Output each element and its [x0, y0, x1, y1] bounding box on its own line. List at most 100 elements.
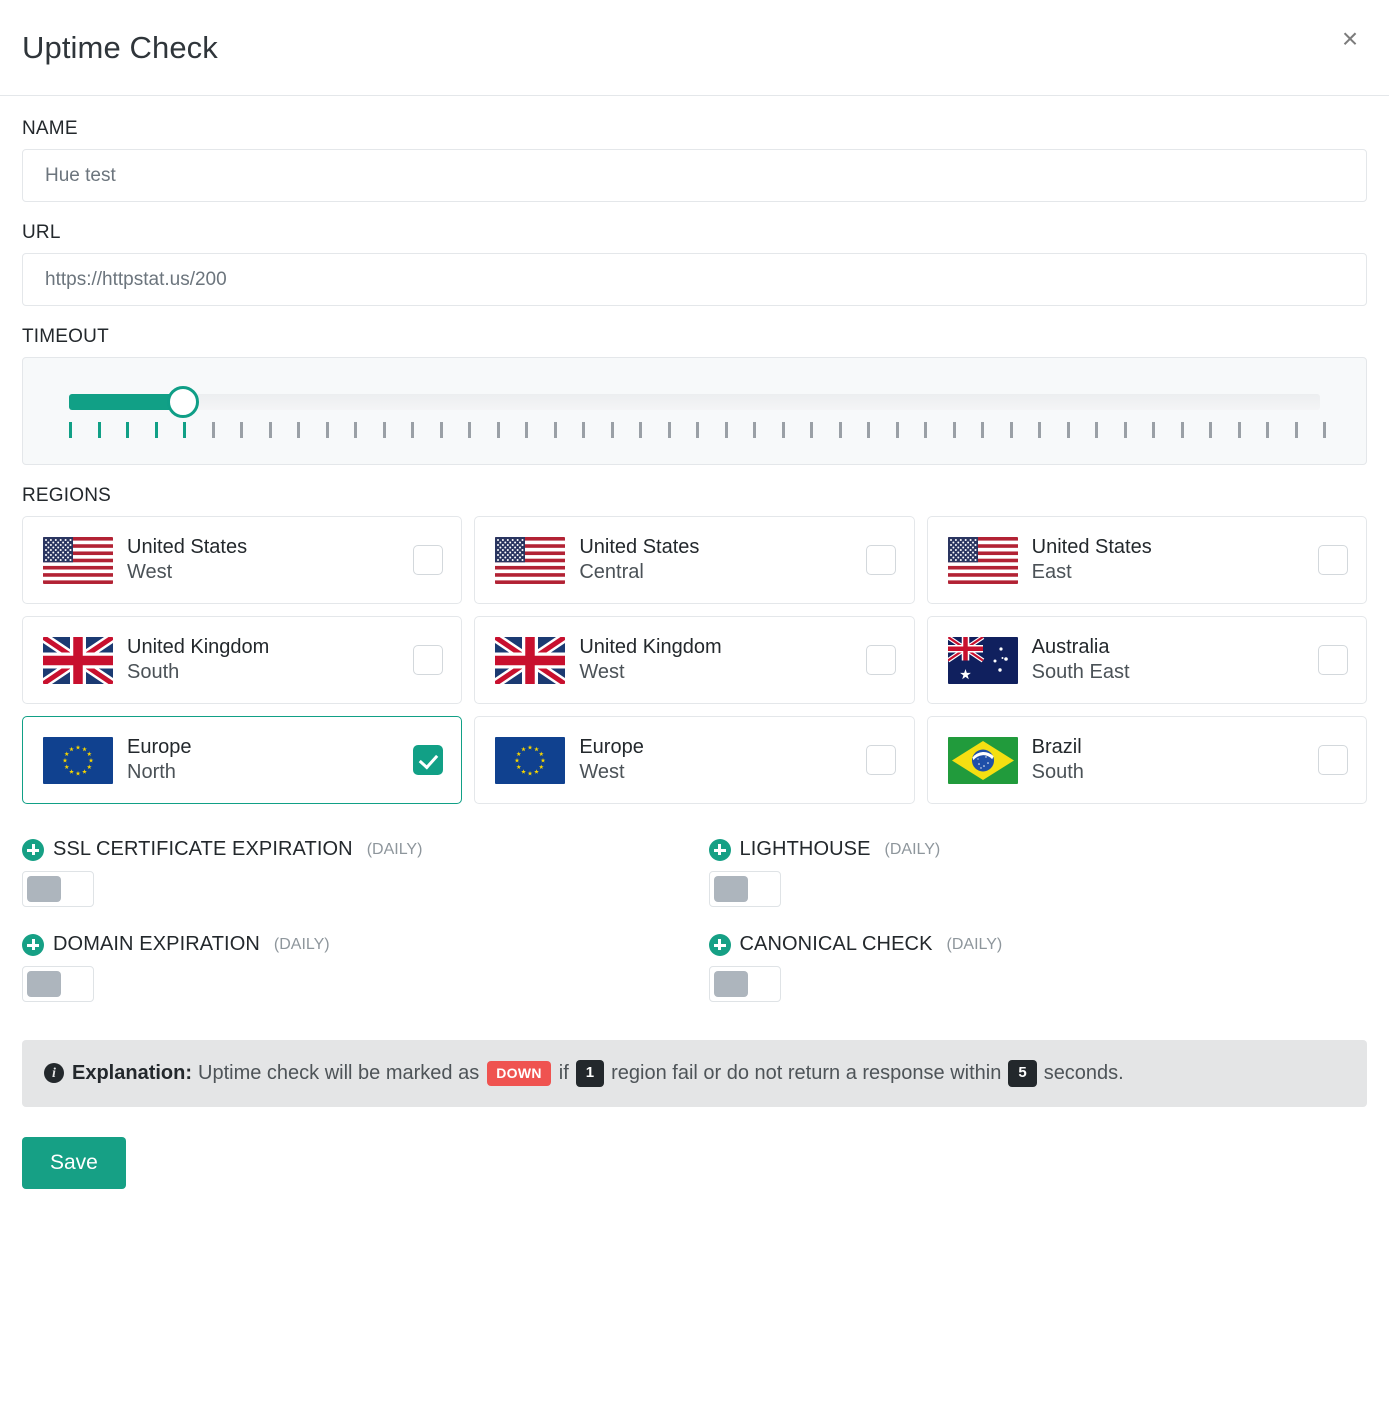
addon-canonical-check: CANONICAL CHECK (DAILY): [709, 933, 1368, 1002]
slider-tick: [753, 422, 756, 438]
slider-tick: [155, 422, 158, 438]
plus-circle-icon[interactable]: [22, 934, 44, 956]
addon-toggle[interactable]: [709, 966, 781, 1002]
explanation-label: Explanation:: [72, 1062, 192, 1084]
region-checkbox[interactable]: [1318, 745, 1348, 775]
slider-tick: [839, 422, 842, 438]
region-checkbox[interactable]: [413, 645, 443, 675]
slider-tick: [69, 422, 72, 438]
slider-tick: [1152, 422, 1155, 438]
timeout-slider[interactable]: [69, 394, 1320, 410]
region-card-brazil-south[interactable]: Brazil South: [927, 716, 1367, 804]
region-sub: North: [127, 761, 176, 783]
region-card-united-states-central[interactable]: United States Central: [474, 516, 914, 604]
regions-group: REGIONS United States West United States…: [22, 485, 1367, 804]
plus-circle-icon[interactable]: [709, 934, 731, 956]
slider-tick: [1095, 422, 1098, 438]
timeout-slider-panel: [22, 357, 1367, 465]
addon-header: CANONICAL CHECK (DAILY): [709, 933, 1368, 956]
region-text: United States West: [127, 535, 413, 585]
slider-tick: [1266, 422, 1269, 438]
addon-title: LIGHTHOUSE: [740, 838, 871, 861]
region-card-united-states-east[interactable]: United States East: [927, 516, 1367, 604]
uk-flag-icon: [43, 637, 113, 684]
region-checkbox[interactable]: [866, 645, 896, 675]
slider-tick: [183, 422, 186, 438]
slider-tick: [953, 422, 956, 438]
addon-ssl-certificate-expiration: SSL CERTIFICATE EXPIRATION (DAILY): [22, 838, 681, 907]
region-country: Brazil: [1032, 736, 1082, 758]
region-sub: Central: [579, 561, 643, 583]
explanation-text-3: region fail or do not return a response …: [611, 1062, 1001, 1084]
save-button[interactable]: Save: [22, 1137, 126, 1189]
region-card-united-states-west[interactable]: United States West: [22, 516, 462, 604]
timeout-label: TIMEOUT: [22, 326, 1367, 348]
region-text: Australia South East: [1032, 635, 1318, 685]
region-checkbox[interactable]: [866, 545, 896, 575]
close-icon[interactable]: ×: [1333, 22, 1367, 56]
toggle-knob: [714, 876, 748, 902]
addon-title: CANONICAL CHECK: [740, 933, 933, 956]
eu-flag-icon: [495, 737, 565, 784]
region-text: Europe West: [579, 735, 865, 785]
modal-footer: Save: [0, 1107, 1389, 1213]
region-checkbox[interactable]: [1318, 645, 1348, 675]
url-label: URL: [22, 222, 1367, 244]
page-title: Uptime Check: [22, 30, 218, 66]
slider-handle[interactable]: [167, 386, 199, 418]
explanation-text-2: if: [559, 1062, 569, 1084]
br-flag-icon: [948, 737, 1018, 784]
regions-label: REGIONS: [22, 485, 1367, 507]
region-checkbox[interactable]: [1318, 545, 1348, 575]
slider-tick: [668, 422, 671, 438]
timeout-field-group: TIMEOUT: [22, 326, 1367, 465]
addon-toggle[interactable]: [22, 871, 94, 907]
region-card-australia-south-east[interactable]: Australia South East: [927, 616, 1367, 704]
region-checkbox[interactable]: [413, 545, 443, 575]
name-label: NAME: [22, 118, 1367, 140]
slider-tick: [468, 422, 471, 438]
slider-tick: [867, 422, 870, 438]
region-country: United States: [579, 536, 699, 558]
us-flag-icon: [43, 537, 113, 584]
slider-track[interactable]: [69, 394, 1320, 410]
timeout-seconds-badge: 5: [1008, 1060, 1036, 1087]
explanation-text-4: seconds.: [1044, 1062, 1124, 1084]
name-input[interactable]: [22, 149, 1367, 202]
slider-tick: [212, 422, 215, 438]
addons-grid: SSL CERTIFICATE EXPIRATION (DAILY) LIGHT…: [22, 838, 1367, 1002]
region-card-europe-north[interactable]: Europe North: [22, 716, 462, 804]
addon-title: DOMAIN EXPIRATION: [53, 933, 260, 956]
slider-tick: [1038, 422, 1041, 438]
url-input[interactable]: [22, 253, 1367, 306]
plus-circle-icon[interactable]: [709, 839, 731, 861]
addon-frequency: (DAILY): [274, 936, 330, 954]
region-text: United States East: [1032, 535, 1318, 585]
region-sub: West: [579, 761, 624, 783]
region-country: Europe: [127, 736, 192, 758]
region-checkbox[interactable]: [413, 745, 443, 775]
region-card-united-kingdom-west[interactable]: United Kingdom West: [474, 616, 914, 704]
region-text: United Kingdom West: [579, 635, 865, 685]
addon-title: SSL CERTIFICATE EXPIRATION: [53, 838, 353, 861]
slider-tick: [582, 422, 585, 438]
slider-tick: [126, 422, 129, 438]
plus-circle-icon[interactable]: [22, 839, 44, 861]
region-card-europe-west[interactable]: Europe West: [474, 716, 914, 804]
addon-header: SSL CERTIFICATE EXPIRATION (DAILY): [22, 838, 681, 861]
region-checkbox[interactable]: [866, 745, 896, 775]
slider-tick: [440, 422, 443, 438]
region-card-united-kingdom-south[interactable]: United Kingdom South: [22, 616, 462, 704]
info-icon: i: [44, 1063, 64, 1083]
addon-domain-expiration: DOMAIN EXPIRATION (DAILY): [22, 933, 681, 1002]
addon-toggle[interactable]: [22, 966, 94, 1002]
slider-tick: [810, 422, 813, 438]
region-count-badge: 1: [576, 1060, 604, 1087]
slider-tick: [554, 422, 557, 438]
slider-tick: [1209, 422, 1212, 438]
toggle-knob: [27, 876, 61, 902]
explanation-text-1: Uptime check will be marked as: [198, 1062, 479, 1084]
region-country: United States: [127, 536, 247, 558]
slider-tick: [240, 422, 243, 438]
addon-toggle[interactable]: [709, 871, 781, 907]
